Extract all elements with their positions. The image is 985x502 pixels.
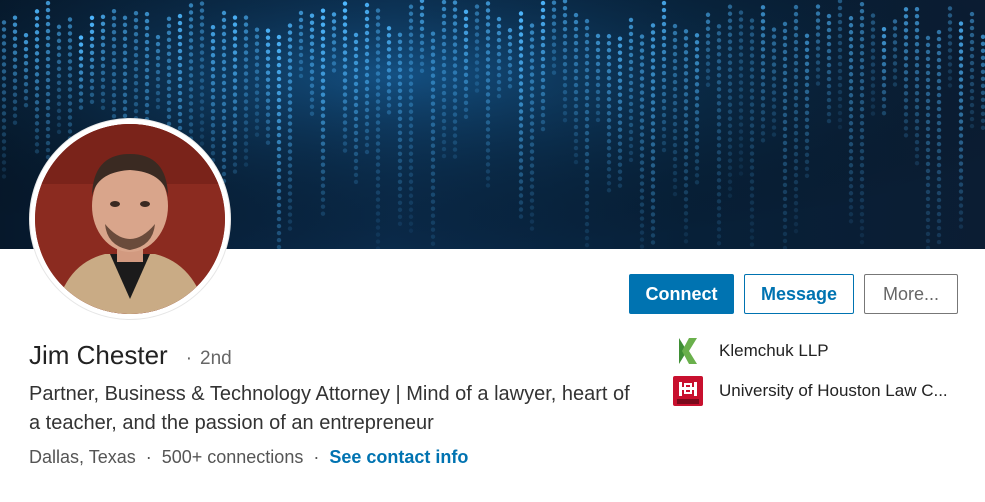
profile-headline: Partner, Business & Technology Attorney … (29, 383, 630, 434)
avatar-portrait-icon (35, 124, 225, 314)
experience-item[interactable]: Klemchuk LLP (673, 336, 973, 366)
uh-law-logo-icon (673, 376, 703, 406)
experience-item[interactable]: University of Houston Law C... (673, 376, 973, 406)
degree-label: 2nd (200, 348, 232, 369)
connect-button[interactable]: Connect (629, 274, 734, 314)
klemchuk-logo-icon (673, 336, 703, 366)
profile-actions: Connect Message More... (629, 274, 958, 314)
connections-count[interactable]: 500+ connections (162, 447, 304, 468)
connection-degree: · 2nd (186, 348, 232, 370)
more-button[interactable]: More... (864, 274, 958, 314)
name-row: Jim Chester · 2nd (29, 340, 232, 371)
experience-label: University of Houston Law C... (719, 381, 948, 400)
contact-info-link[interactable]: See contact info (329, 447, 468, 468)
experience-label: Klemchuk LLP (719, 341, 829, 360)
message-button[interactable]: Message (744, 274, 854, 314)
profile-card: Connect Message More... Jim Chester · 2nd… (0, 0, 985, 502)
profile-photo[interactable] (30, 119, 230, 319)
meta-separator: · (313, 447, 320, 467)
profile-meta: Dallas, Texas · 500+ connections · See c… (29, 447, 468, 468)
profile-name: Jim Chester (29, 340, 168, 370)
experience-list: Klemchuk LLP University of Houston Law C… (673, 336, 973, 416)
meta-separator: · (145, 447, 152, 467)
profile-location: Dallas, Texas (29, 447, 136, 467)
degree-separator: · (185, 348, 193, 369)
